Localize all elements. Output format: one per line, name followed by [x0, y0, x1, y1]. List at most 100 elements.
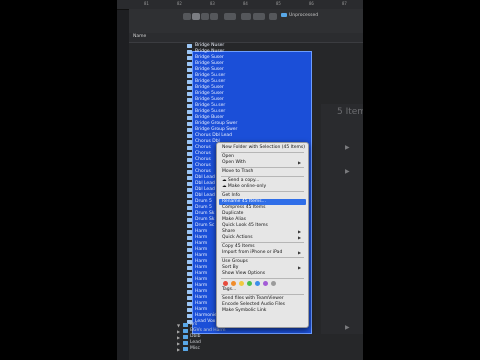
group-button[interactable] — [224, 13, 236, 20]
audio-file-icon — [187, 266, 192, 270]
background-panel-text: 5 Items) — [337, 107, 363, 117]
file-name: Harm — [195, 307, 208, 312]
audio-file-icon — [187, 254, 192, 258]
ruler-tick-label: 82 — [177, 1, 182, 6]
audio-file-icon — [187, 260, 192, 264]
right-letterbox — [363, 0, 480, 360]
menu-item[interactable]: ☁ Make online-only — [222, 184, 266, 190]
audio-file-icon — [187, 170, 192, 174]
tag-color-dot[interactable] — [271, 281, 276, 286]
menu-item[interactable]: Quick Actions ▶ — [222, 235, 301, 241]
file-name: Harm — [195, 241, 208, 246]
menu-separator — [221, 152, 304, 153]
left-letterbox — [0, 0, 117, 360]
tag-color-dot[interactable] — [223, 281, 228, 286]
folder-icon — [183, 347, 188, 351]
file-name: Chorus — [195, 157, 211, 162]
file-name: Lead Vox — [195, 319, 216, 324]
tag-color-dot[interactable] — [255, 281, 260, 286]
menu-item[interactable]: Show View Options — [222, 271, 265, 277]
audio-file-icon — [187, 314, 192, 318]
audio-file-icon — [187, 92, 192, 96]
tag-color-dot[interactable] — [231, 281, 236, 286]
share-button[interactable] — [241, 13, 251, 20]
view-list-button[interactable] — [192, 13, 200, 20]
menu-item[interactable]: Tags... — [222, 287, 236, 293]
action-gear-button[interactable] — [253, 13, 265, 20]
file-name: Chorus — [195, 163, 211, 168]
file-name: Chorus — [195, 169, 211, 174]
audio-file-icon — [187, 212, 192, 216]
menu-item-label: Send files with TeamViewer — [222, 296, 284, 301]
disclosure-closed-icon[interactable]: ▶ — [177, 335, 180, 340]
audio-file-icon — [187, 182, 192, 186]
ruler-tick-label: 84 — [243, 1, 248, 6]
audio-file-icon — [187, 122, 192, 126]
audio-file-icon — [187, 230, 192, 234]
menu-separator — [221, 257, 304, 258]
folder-name: Lead — [190, 340, 201, 345]
disclosure-open-icon[interactable]: ▼ — [177, 323, 180, 328]
disclosure-closed-icon[interactable]: ▶ — [177, 329, 180, 334]
menu-item-label: Get Info — [222, 193, 240, 198]
file-name: Harm — [195, 283, 208, 288]
menu-item-label: ☁ Make online-only — [222, 184, 267, 189]
menu-item[interactable]: New Folder with Selection (45 Items) — [222, 145, 305, 151]
ruler-tick-label: 86 — [309, 1, 314, 6]
tag-button[interactable] — [269, 13, 277, 20]
file-name: Chorus — [195, 151, 211, 156]
folder-icon — [183, 323, 188, 327]
tag-color-dot[interactable] — [263, 281, 268, 286]
disclosure-closed-icon[interactable]: ▶ — [177, 341, 180, 346]
file-name: Bridge Suser — [195, 67, 224, 72]
tag-color-dot[interactable] — [247, 281, 252, 286]
menu-item-label: Open With — [222, 160, 246, 165]
menu-item-label: Use Groups — [222, 259, 248, 264]
file-name: Drum Sk — [195, 217, 215, 222]
audio-file-icon — [187, 128, 192, 132]
menu-item-label: Quick Look 45 Items — [222, 223, 268, 228]
audio-file-icon — [187, 296, 192, 300]
column-header-label: Name — [133, 34, 147, 39]
finder-toolbar: Unprocessed — [129, 9, 363, 34]
submenu-arrow-icon: ▶ — [298, 160, 302, 165]
view-columns-button[interactable] — [201, 13, 209, 20]
file-name: Harm — [195, 277, 208, 282]
menu-item-label: ☁ Send a copy... — [222, 178, 260, 183]
submenu-arrow-icon: ▶ — [298, 265, 302, 270]
name-column-header[interactable]: Name — [129, 33, 363, 43]
file-name: Dbl Lead — [195, 175, 215, 180]
audio-file-icon — [187, 278, 192, 282]
file-name: Dbl Lead — [195, 181, 215, 186]
menu-item[interactable]: Open With ▶ — [222, 160, 301, 166]
menu-item-label: Encode Selected Audio Files — [222, 302, 286, 307]
folder-icon — [183, 335, 188, 339]
menu-separator — [221, 242, 304, 243]
file-name: Bridge Nuser — [195, 43, 225, 48]
menu-item[interactable]: Make Symbolic Link — [222, 308, 266, 314]
menu-item[interactable]: Move to Trash — [222, 169, 253, 175]
menu-item[interactable]: Import from iPhone or iPad ▶ — [222, 250, 301, 256]
menu-item-label: Quick Actions — [222, 235, 253, 240]
audio-file-icon — [187, 68, 192, 72]
view-icons-button[interactable] — [183, 13, 191, 20]
audio-file-icon — [187, 242, 192, 246]
chevron-right-icon: ▶ — [345, 324, 350, 331]
view-gallery-button[interactable] — [210, 13, 218, 20]
folder-icon — [281, 13, 287, 17]
file-name: Harm — [195, 229, 208, 234]
disclosure-closed-icon[interactable]: ▶ — [177, 347, 180, 352]
file-name: Drum 5 — [195, 205, 212, 210]
audio-file-icon — [187, 74, 192, 78]
submenu-arrow-icon: ▶ — [298, 250, 302, 255]
audio-file-icon — [187, 62, 192, 66]
file-name: Bridge Nuser — [195, 49, 225, 54]
file-name: Harm — [195, 289, 208, 294]
menu-item-label: New Folder with Selection (45 Items) — [222, 145, 305, 150]
file-name: Bridge Group Swer — [195, 121, 238, 126]
chevron-right-icon: ▶ — [345, 168, 350, 175]
folder-name: Misc — [190, 346, 200, 351]
tag-color-dot[interactable] — [239, 281, 244, 286]
file-name: Bridge 5u.ser — [195, 79, 226, 84]
audio-file-icon — [187, 188, 192, 192]
